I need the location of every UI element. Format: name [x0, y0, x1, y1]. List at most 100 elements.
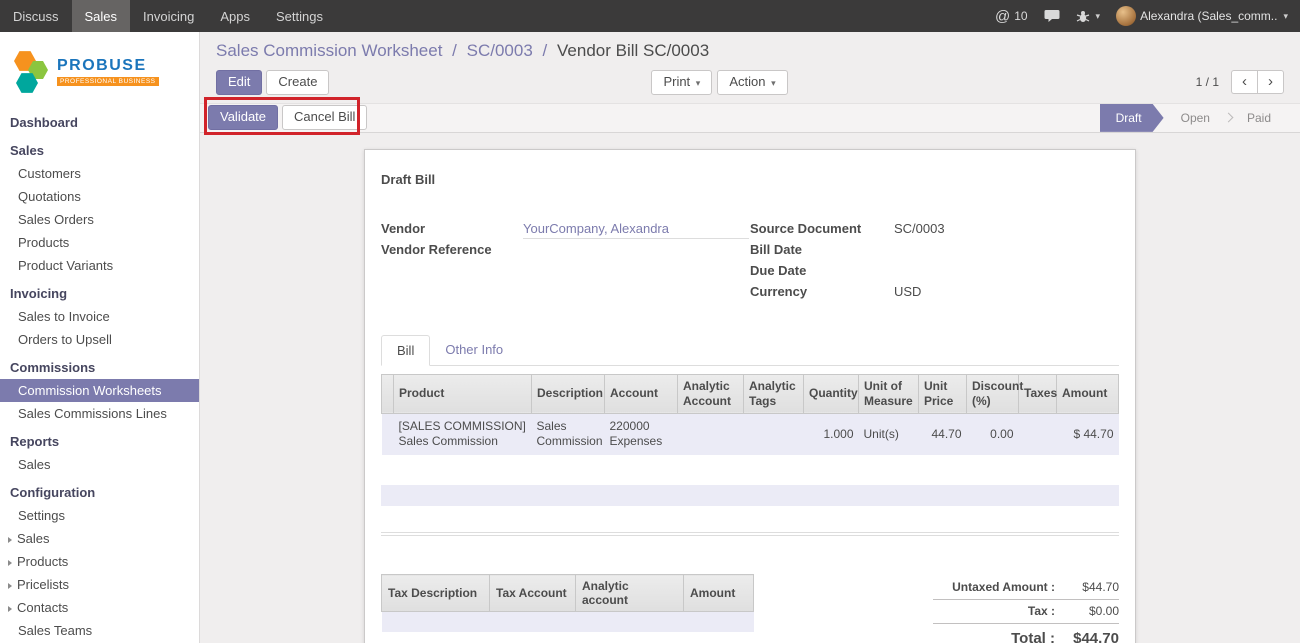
bill-date-label: Bill Date [750, 242, 894, 257]
column-analytic-tags[interactable]: Analytic Tags [744, 374, 804, 413]
column-product[interactable]: Product [394, 374, 532, 413]
tab-bill[interactable]: Bill [381, 335, 430, 366]
top-navbar: Discuss Sales Invoicing Apps Settings @ … [0, 0, 1300, 32]
messages-button[interactable] [1044, 9, 1060, 23]
sidebar-item-config-products[interactable]: Products [0, 550, 199, 573]
sidebar-item-config-contacts[interactable]: Contacts [0, 596, 199, 619]
sidebar-item-sales-to-invoice[interactable]: Sales to Invoice [0, 305, 199, 328]
untaxed-amount-row: Untaxed Amount : $44.70 [933, 576, 1119, 600]
sidebar-section-commissions[interactable]: Commissions [0, 356, 199, 379]
sidebar-item-sales-orders[interactable]: Sales Orders [0, 208, 199, 231]
column-amount[interactable]: Amount [1057, 374, 1119, 413]
vendor-reference-label: Vendor Reference [381, 242, 523, 257]
column-tax-amount[interactable]: Amount [684, 575, 754, 612]
due-date-label: Due Date [750, 263, 894, 278]
sidebar-item-sales-teams[interactable]: Sales Teams [0, 619, 199, 642]
status-step-paid[interactable]: Paid [1230, 104, 1288, 132]
chat-bubble-icon [1044, 9, 1060, 23]
empty-tax-row [382, 612, 754, 632]
column-analytic-account[interactable]: Analytic Account [678, 374, 744, 413]
sidebar-section-reports[interactable]: Reports [0, 430, 199, 453]
nav-apps[interactable]: Apps [207, 0, 263, 32]
nav-sales[interactable]: Sales [72, 0, 131, 32]
pager-next-button[interactable]: › [1257, 70, 1284, 94]
total-value: $44.70 [1055, 630, 1119, 643]
column-account[interactable]: Account [605, 374, 678, 413]
sidebar-item-product-variants[interactable]: Product Variants [0, 254, 199, 277]
vendor-value-link[interactable]: YourCompany, Alexandra [523, 221, 749, 239]
action-button[interactable]: Action ▾ [717, 70, 787, 95]
sidebar-item-sales-commissions-lines[interactable]: Sales Commissions Lines [0, 402, 199, 425]
avatar [1116, 6, 1136, 26]
vendor-label: Vendor [381, 221, 523, 236]
breadcrumb-separator: / [452, 41, 457, 60]
sidebar-item-settings[interactable]: Settings [0, 504, 199, 527]
column-handle [382, 374, 394, 413]
mention-icon: @ [995, 8, 1010, 25]
field-column-right: Source Document SC/0003 Bill Date Due Da… [750, 221, 1119, 305]
source-document-value: SC/0003 [894, 221, 945, 236]
status-step-draft[interactable]: Draft [1100, 104, 1164, 132]
expand-arrow-icon [8, 606, 12, 612]
user-menu[interactable]: Alexandra (Sales_comm.. ▾ [1116, 6, 1288, 26]
caret-down-icon: ▾ [771, 78, 776, 88]
nav-settings[interactable]: Settings [263, 0, 336, 32]
sidebar-section-invoicing[interactable]: Invoicing [0, 282, 199, 305]
pager-buttons: ‹ › [1231, 70, 1284, 94]
systray: @ 10 ▾ Alexandra (Sales_comm.. ▾ [995, 0, 1300, 32]
sidebar-item-label: Products [17, 554, 68, 569]
column-unit-price[interactable]: Unit Price [919, 374, 967, 413]
sidebar-item-reports-sales[interactable]: Sales [0, 453, 199, 476]
column-tax-account[interactable]: Tax Account [490, 575, 576, 612]
statusbar: Validate Cancel Bill Draft Open Paid [200, 103, 1300, 133]
sidebar-section-sales[interactable]: Sales [0, 139, 199, 162]
validate-button[interactable]: Validate [208, 105, 278, 130]
column-tax-analytic-account[interactable]: Analytic account [576, 575, 684, 612]
status-step-open[interactable]: Open [1164, 104, 1227, 132]
cell-quantity: 1.000 [804, 413, 859, 455]
nav-discuss[interactable]: Discuss [0, 0, 72, 32]
sidebar: PROBUSE PROFESSIONAL BUSINESS Dashboard … [0, 32, 200, 643]
tab-other-info[interactable]: Other Info [430, 335, 518, 365]
cell-account: 220000 Expenses [605, 413, 678, 455]
sidebar-section-configuration[interactable]: Configuration [0, 481, 199, 504]
section-separator [381, 532, 1119, 536]
create-button[interactable]: Create [266, 70, 329, 95]
sidebar-item-orders-to-upsell[interactable]: Orders to Upsell [0, 328, 199, 351]
column-discount[interactable]: Discount (%) [967, 374, 1019, 413]
sheet-bottom: Tax Description Tax Account Analytic acc… [381, 574, 1119, 643]
mentions-counter[interactable]: @ 10 [995, 8, 1028, 25]
column-unit-of-measure[interactable]: Unit of Measure [859, 374, 919, 413]
logo-subtitle: PROFESSIONAL BUSINESS [57, 77, 159, 86]
tax-lines-table: Tax Description Tax Account Analytic acc… [381, 574, 754, 643]
logo-text: PROBUSE PROFESSIONAL BUSINESS [57, 57, 159, 86]
nav-invoicing[interactable]: Invoicing [130, 0, 207, 32]
breadcrumb-record-link[interactable]: SC/0003 [467, 41, 533, 60]
column-description[interactable]: Description [532, 374, 605, 413]
breadcrumb-worksheet-link[interactable]: Sales Commission Worksheet [216, 41, 442, 60]
invoice-line-row[interactable]: [SALES COMMISSION] Sales Commission Sale… [382, 413, 1119, 455]
sidebar-item-products[interactable]: Products [0, 231, 199, 254]
sidebar-item-config-pricelists[interactable]: Pricelists [0, 573, 199, 596]
expand-arrow-icon [8, 537, 12, 543]
notebook-tabs: Bill Other Info [381, 335, 1119, 366]
sidebar-item-customers[interactable]: Customers [0, 162, 199, 185]
sidebar-item-commission-worksheets[interactable]: Commission Worksheets [0, 379, 199, 402]
cancel-bill-button[interactable]: Cancel Bill [282, 105, 367, 130]
caret-down-icon: ▾ [1283, 11, 1288, 22]
mention-count: 10 [1014, 9, 1027, 23]
column-quantity[interactable]: Quantity [804, 374, 859, 413]
debug-menu[interactable]: ▾ [1076, 9, 1101, 23]
pager-previous-button[interactable]: ‹ [1231, 70, 1257, 94]
main-content: Sales Commission Worksheet / SC/0003 / V… [200, 32, 1300, 643]
print-button[interactable]: Print ▾ [651, 70, 712, 95]
column-tax-description[interactable]: Tax Description [382, 575, 490, 612]
sidebar-item-config-sales[interactable]: Sales [0, 527, 199, 550]
sidebar-section-dashboard[interactable]: Dashboard [0, 111, 199, 134]
sidebar-item-quotations[interactable]: Quotations [0, 185, 199, 208]
cell-unit-price: 44.70 [919, 413, 967, 455]
breadcrumb-current: Vendor Bill SC/0003 [557, 41, 709, 60]
toolbar: Edit Create Print ▾ Action ▾ 1 / 1 ‹ › [216, 70, 1284, 95]
column-taxes[interactable]: Taxes [1019, 374, 1057, 413]
edit-button[interactable]: Edit [216, 70, 262, 95]
